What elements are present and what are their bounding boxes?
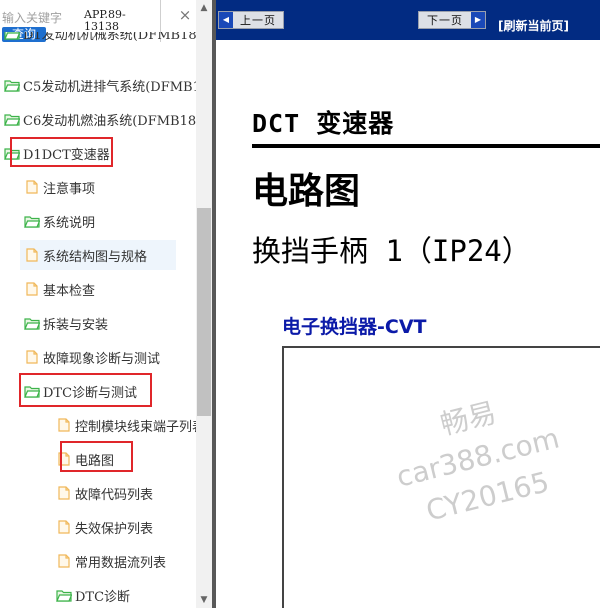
heading-divider — [252, 144, 600, 148]
tree-item-connector-list[interactable]: 控制模块线束端子列表 — [56, 410, 196, 440]
folder-open-icon — [24, 318, 40, 330]
next-page-label: 下一页 — [427, 14, 463, 27]
tree-item-label: 系统说明 — [43, 215, 96, 231]
tree-item-basic-inspection[interactable]: 基本检查 — [24, 274, 174, 304]
tree-item-removal-installation[interactable]: 拆装与安装 — [24, 308, 174, 338]
folder-open-icon — [56, 590, 72, 602]
tree-item-label: C6发动机燃油系统(DFMB18T- — [23, 113, 196, 129]
tree-item-label: C5发动机进排气系统(DFMB18 — [23, 79, 196, 95]
tree-view: D1发动机机械系统(DFMB18T- C5发动机进排气系统(DFMB18 C6发… — [0, 32, 196, 608]
document-heading: DCT 变速器 — [252, 109, 395, 138]
diagram-title: 电子换挡器-CVT — [282, 316, 427, 338]
scroll-up-icon[interactable]: ▲ — [196, 0, 212, 16]
document-icon — [26, 282, 38, 296]
chevron-right-icon: ▶ — [471, 12, 485, 28]
prev-page-button[interactable]: ◀ 上一页 — [218, 11, 284, 29]
folder-open-icon — [24, 216, 40, 228]
diagram-frame — [282, 346, 600, 608]
chevron-left-icon: ◀ — [219, 12, 233, 28]
document-icon — [26, 350, 38, 364]
scroll-down-icon[interactable]: ▼ — [196, 592, 212, 608]
section-title: 电路图 — [252, 171, 361, 212]
folder-open-icon — [4, 80, 20, 92]
tree-item-precautions[interactable]: 注意事项 — [24, 172, 174, 202]
tree-item-engine-mechanical[interactable]: D1发动机机械系统(DFMB18T- — [4, 32, 196, 48]
folder-open-icon — [4, 32, 20, 40]
tree-item-label: 注意事项 — [43, 181, 96, 197]
next-page-button[interactable]: 下一页 ▶ — [418, 11, 486, 29]
tree-item-dtc-diagnosis[interactable]: DTC诊断 — [56, 580, 176, 608]
highlight-box-dct — [10, 137, 113, 167]
tree-item-structure-specs[interactable]: 系统结构图与规格 — [20, 240, 176, 270]
tree-scrollbar[interactable]: ▲ ▼ — [196, 0, 212, 608]
document-icon — [58, 486, 70, 500]
document-icon — [26, 180, 38, 194]
scroll-thumb[interactable] — [197, 208, 211, 416]
tree-item-symptom-diagnosis[interactable]: 故障现象诊断与测试 — [24, 342, 184, 372]
tree-item-label: 控制模块线束端子列表 — [75, 419, 196, 435]
refresh-page-link[interactable]: [刷新当前页] — [498, 17, 569, 34]
section-subtitle: 换挡手柄 1（IP24） — [252, 234, 531, 268]
tree-panel: 查询 APP.89-13138 × D1发动机机械系统(DFMB18T- C5发… — [0, 0, 212, 608]
tree-item-label: 失效保护列表 — [75, 521, 154, 537]
folder-open-icon — [4, 114, 20, 126]
tree-item-failsafe-list[interactable]: 失效保护列表 — [56, 512, 186, 542]
tree-item-label: D1发动机机械系统(DFMB18T- — [23, 32, 196, 43]
tree-item-dtc-list[interactable]: 故障代码列表 — [56, 478, 186, 508]
tree-item-label: DTC诊断 — [75, 589, 131, 605]
app-code-label: APP.89-13138 — [84, 8, 126, 33]
tree-item-data-stream-list[interactable]: 常用数据流列表 — [56, 546, 196, 576]
document-icon — [26, 248, 38, 262]
tree-item-label: 拆装与安装 — [43, 317, 109, 333]
content-toolbar: ◀ 上一页 下一页 ▶ [刷新当前页] — [216, 0, 600, 40]
tree-item-label: 故障现象诊断与测试 — [43, 351, 161, 367]
highlight-box-circuit — [60, 441, 133, 472]
tree-item-fuel-system[interactable]: C6发动机燃油系统(DFMB18T- — [4, 104, 196, 134]
document-icon — [58, 520, 70, 534]
tree-item-label: 常用数据流列表 — [75, 555, 167, 571]
prev-page-label: 上一页 — [240, 14, 276, 27]
content-panel: ◀ 上一页 下一页 ▶ [刷新当前页] DCT 变速器 电路图 换挡手柄 1（I… — [216, 0, 600, 608]
document-icon — [58, 554, 70, 568]
search-input[interactable] — [0, 10, 66, 26]
tree-item-label: 系统结构图与规格 — [43, 249, 148, 265]
tree-item-label: 故障代码列表 — [75, 487, 154, 503]
document-icon — [58, 418, 70, 432]
highlight-box-dtc — [19, 373, 152, 407]
close-icon[interactable]: × — [176, 6, 194, 24]
tree-item-system-description[interactable]: 系统说明 — [24, 206, 174, 236]
tree-item-intake-exhaust[interactable]: C5发动机进排气系统(DFMB18 — [4, 70, 196, 100]
tree-item-label: 基本检查 — [43, 283, 96, 299]
